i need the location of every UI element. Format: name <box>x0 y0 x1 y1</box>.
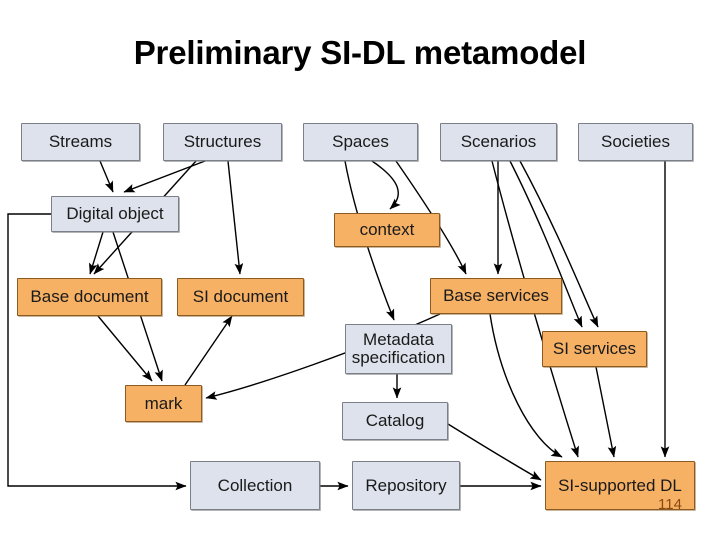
edge-structures-to-si_document <box>227 160 244 275</box>
node-spaces[interactable]: Spaces <box>303 123 418 161</box>
node-label: Structures <box>183 132 262 152</box>
node-structures[interactable]: Structures <box>163 123 282 161</box>
node-label: Base services <box>443 286 549 306</box>
node-collection[interactable]: Collection <box>190 461 320 510</box>
node-label: Societies <box>601 132 670 152</box>
edge-si_services-to-si_dl <box>595 366 617 458</box>
node-societies[interactable]: Societies <box>578 123 693 161</box>
edge-digital_object-to-collection <box>7 213 187 491</box>
node-label: SI-supported DL <box>558 475 682 495</box>
node-label: Streams <box>48 132 113 152</box>
node-label: SI services <box>552 339 637 359</box>
node-context[interactable]: context <box>334 213 440 247</box>
node-label: Digital object <box>66 204 164 224</box>
node-label: Spaces <box>332 132 389 152</box>
slide: Preliminary SI-DL metamodel Streams Struc… <box>0 0 720 540</box>
page-number: 114 <box>658 496 682 513</box>
node-label: Collection <box>217 475 293 495</box>
edge-streams-to-digital_object <box>99 160 114 193</box>
node-label: Scenarios <box>460 132 537 152</box>
node-repository[interactable]: Repository <box>352 461 460 510</box>
node-label: mark <box>144 393 183 413</box>
node-si_document[interactable]: SI document <box>177 278 304 316</box>
node-streams[interactable]: Streams <box>21 123 140 161</box>
node-label: SI document <box>192 287 289 307</box>
node-digital_object[interactable]: Digital object <box>51 196 179 232</box>
node-label: Catalog <box>365 411 425 431</box>
edge-digital_object-to-base_document <box>89 231 104 275</box>
node-label: Base document <box>30 287 149 307</box>
node-catalog[interactable]: Catalog <box>342 402 448 440</box>
node-si_services[interactable]: SI services <box>542 331 647 367</box>
node-label: Repository <box>365 475 447 495</box>
node-label: context <box>359 220 415 240</box>
node-label: Metadata specification <box>351 330 446 367</box>
edge-mark-to-si_document <box>184 315 233 386</box>
edge-structures-to-digital_object <box>123 160 206 193</box>
node-base_document[interactable]: Base document <box>17 278 162 316</box>
diagram-connectors <box>7 160 670 491</box>
edge-catalog-to-si_dl <box>447 423 542 481</box>
edge-spaces-to-context <box>371 160 401 210</box>
node-mark[interactable]: mark <box>125 385 202 422</box>
node-scenarios[interactable]: Scenarios <box>440 123 557 161</box>
node-metadata_spec[interactable]: Metadata specification <box>345 324 452 374</box>
node-base_services[interactable]: Base services <box>430 278 562 314</box>
